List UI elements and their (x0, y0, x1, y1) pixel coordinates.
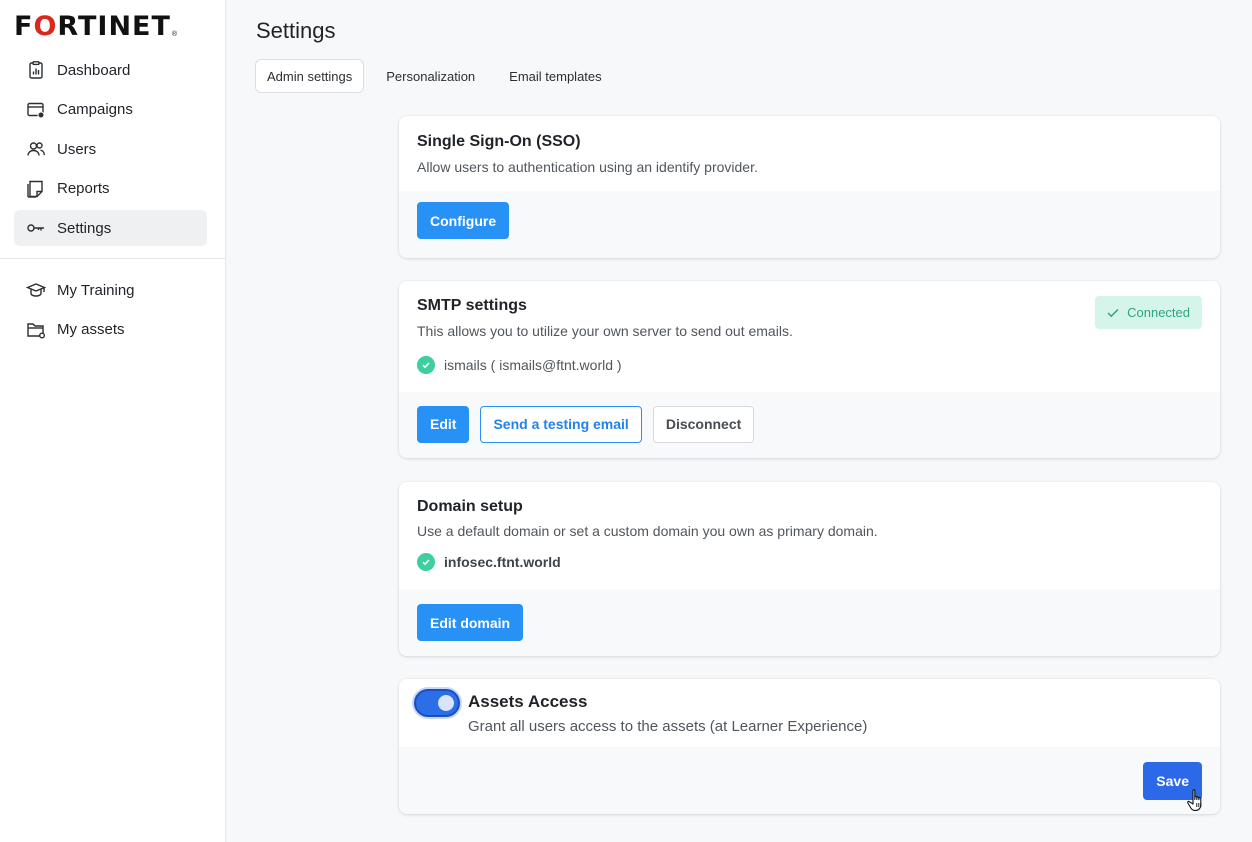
edit-domain-button[interactable]: Edit domain (417, 604, 524, 641)
logo-text: FORTINET (14, 11, 171, 42)
sidebar-item-campaigns[interactable]: Campaigns (14, 92, 207, 128)
configure-button[interactable]: Configure (417, 202, 510, 239)
sidebar: FORTINET ® Dashboard Campaigns Users Rep… (0, 0, 226, 842)
sso-card: Single Sign-On (SSO) Allow users to auth… (399, 116, 1220, 258)
sidebar-divider (0, 258, 225, 259)
sidebar-item-my-training[interactable]: My Training (14, 272, 207, 308)
sidebar-item-label: Reports (57, 180, 110, 198)
smtp-card: SMTP settings This allows you to utilize… (399, 281, 1220, 458)
reports-icon (26, 179, 46, 199)
sidebar-item-label: Settings (57, 219, 112, 237)
sidebar-item-label: Users (57, 140, 97, 158)
sidebar-item-label: My assets (57, 321, 125, 339)
assets-title: Assets Access (468, 692, 588, 711)
assets-access-card: Assets Access Grant all users access to … (399, 679, 1220, 814)
sidebar-nav: Dashboard Campaigns Users Reports Settin… (14, 52, 207, 250)
tab-admin-settings[interactable]: Admin settings (255, 59, 365, 93)
toggle-knob (438, 695, 454, 711)
smtp-title: SMTP settings (417, 297, 527, 314)
smtp-account-row: ismails ( ismails@ftnt.world ) (417, 356, 1202, 374)
smtp-account: ismails ( ismails@ftnt.world ) (444, 357, 622, 373)
users-icon (26, 139, 46, 159)
current-domain: infosec.ftnt.world (444, 554, 561, 570)
edit-smtp-button[interactable]: Edit (417, 405, 470, 443)
fortinet-logo[interactable]: FORTINET ® (14, 11, 210, 42)
tab-personalization[interactable]: Personalization (374, 59, 487, 93)
disconnect-button[interactable]: Disconnect (652, 405, 755, 443)
registered-mark: ® (171, 30, 178, 38)
dashboard-icon (26, 60, 46, 80)
hand-cursor-icon (1187, 789, 1202, 811)
sidebar-item-my-assets[interactable]: My assets (14, 312, 207, 348)
check-circle-icon (417, 356, 435, 374)
sso-description: Allow users to authentication using an i… (417, 159, 758, 175)
tab-email-templates[interactable]: Email templates (497, 59, 613, 93)
domain-card: Domain setup Use a default domain or set… (399, 482, 1220, 656)
smtp-description: This allows you to utilize your own serv… (417, 323, 793, 339)
check-circle-icon (417, 553, 435, 571)
assets-access-toggle[interactable] (414, 689, 460, 717)
page-title: Settings (256, 18, 336, 43)
sidebar-secondary-nav: My Training My assets (14, 272, 207, 351)
domain-row: infosec.ftnt.world (417, 553, 1202, 571)
sidebar-item-label: My Training (57, 281, 135, 299)
check-icon (1107, 308, 1119, 317)
sidebar-item-users[interactable]: Users (14, 131, 207, 167)
graduation-cap-icon (26, 280, 46, 300)
sidebar-item-dashboard[interactable]: Dashboard (14, 52, 207, 88)
sso-title: Single Sign-On (SSO) (417, 133, 581, 150)
badge-label: Connected (1127, 305, 1190, 320)
sidebar-item-label: Dashboard (57, 61, 131, 79)
settings-tabs: Admin settings Personalization Email tem… (255, 59, 624, 93)
sidebar-item-reports[interactable]: Reports (14, 171, 207, 207)
sidebar-item-settings[interactable]: Settings (14, 210, 207, 247)
folder-icon (26, 320, 46, 340)
domain-title: Domain setup (417, 498, 523, 515)
send-test-email-button[interactable]: Send a testing email (480, 405, 642, 443)
sidebar-item-label: Campaigns (57, 101, 133, 119)
assets-description: Grant all users access to the assets (at… (468, 718, 868, 735)
connected-status-badge: Connected (1095, 296, 1202, 329)
domain-description: Use a default domain or set a custom dom… (417, 523, 878, 539)
campaigns-icon (26, 100, 46, 120)
key-icon (26, 218, 46, 238)
